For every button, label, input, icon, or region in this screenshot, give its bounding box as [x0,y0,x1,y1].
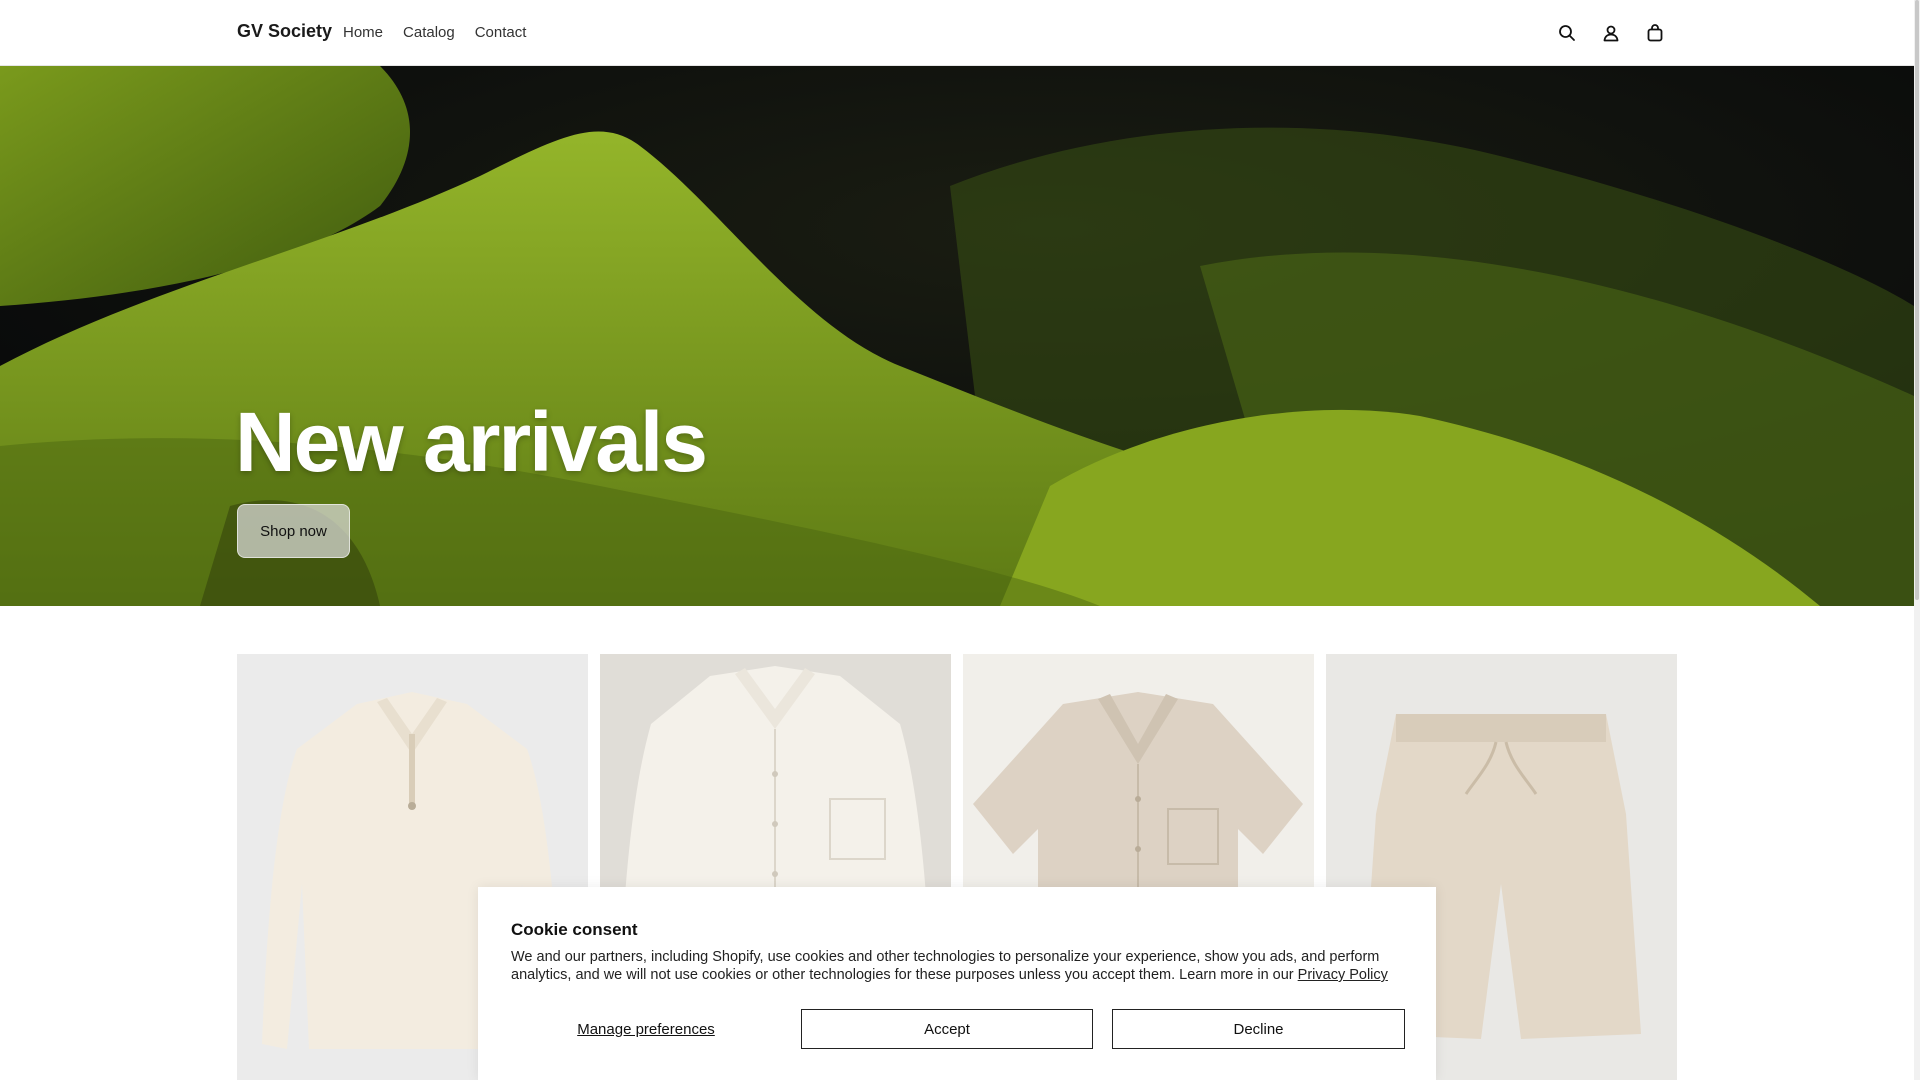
search-icon[interactable] [1556,22,1578,44]
cookie-consent-banner: Cookie consent We and our partners, incl… [478,887,1436,1080]
cookie-text: We and our partners, including Shopify, … [511,948,1411,984]
decline-button[interactable]: Decline [1112,1009,1405,1049]
hero-title: New arrivals [235,395,708,489]
account-icon[interactable] [1600,22,1622,44]
nav-home[interactable]: Home [343,24,383,41]
accept-button[interactable]: Accept [801,1009,1093,1049]
cookie-body: We and our partners, including Shopify, … [511,949,1380,983]
page-scrollbar[interactable] [1914,0,1920,1080]
cart-icon[interactable] [1644,22,1666,44]
manage-preferences-button[interactable]: Manage preferences [511,1009,781,1049]
site-header: GV Society Home Catalog Contact [0,0,1914,66]
hero-banner: New arrivals Shop now [0,66,1914,606]
header-icons [1556,22,1666,44]
scrollbar-thumb[interactable] [1915,0,1919,600]
main-nav: Home Catalog Contact [343,24,526,41]
privacy-policy-link[interactable]: Privacy Policy [1298,967,1388,983]
cookie-title: Cookie consent [511,920,638,939]
nav-contact[interactable]: Contact [475,24,527,41]
nav-catalog[interactable]: Catalog [403,24,455,41]
brand-logo[interactable]: GV Society [237,21,332,42]
shop-now-button[interactable]: Shop now [237,504,350,558]
